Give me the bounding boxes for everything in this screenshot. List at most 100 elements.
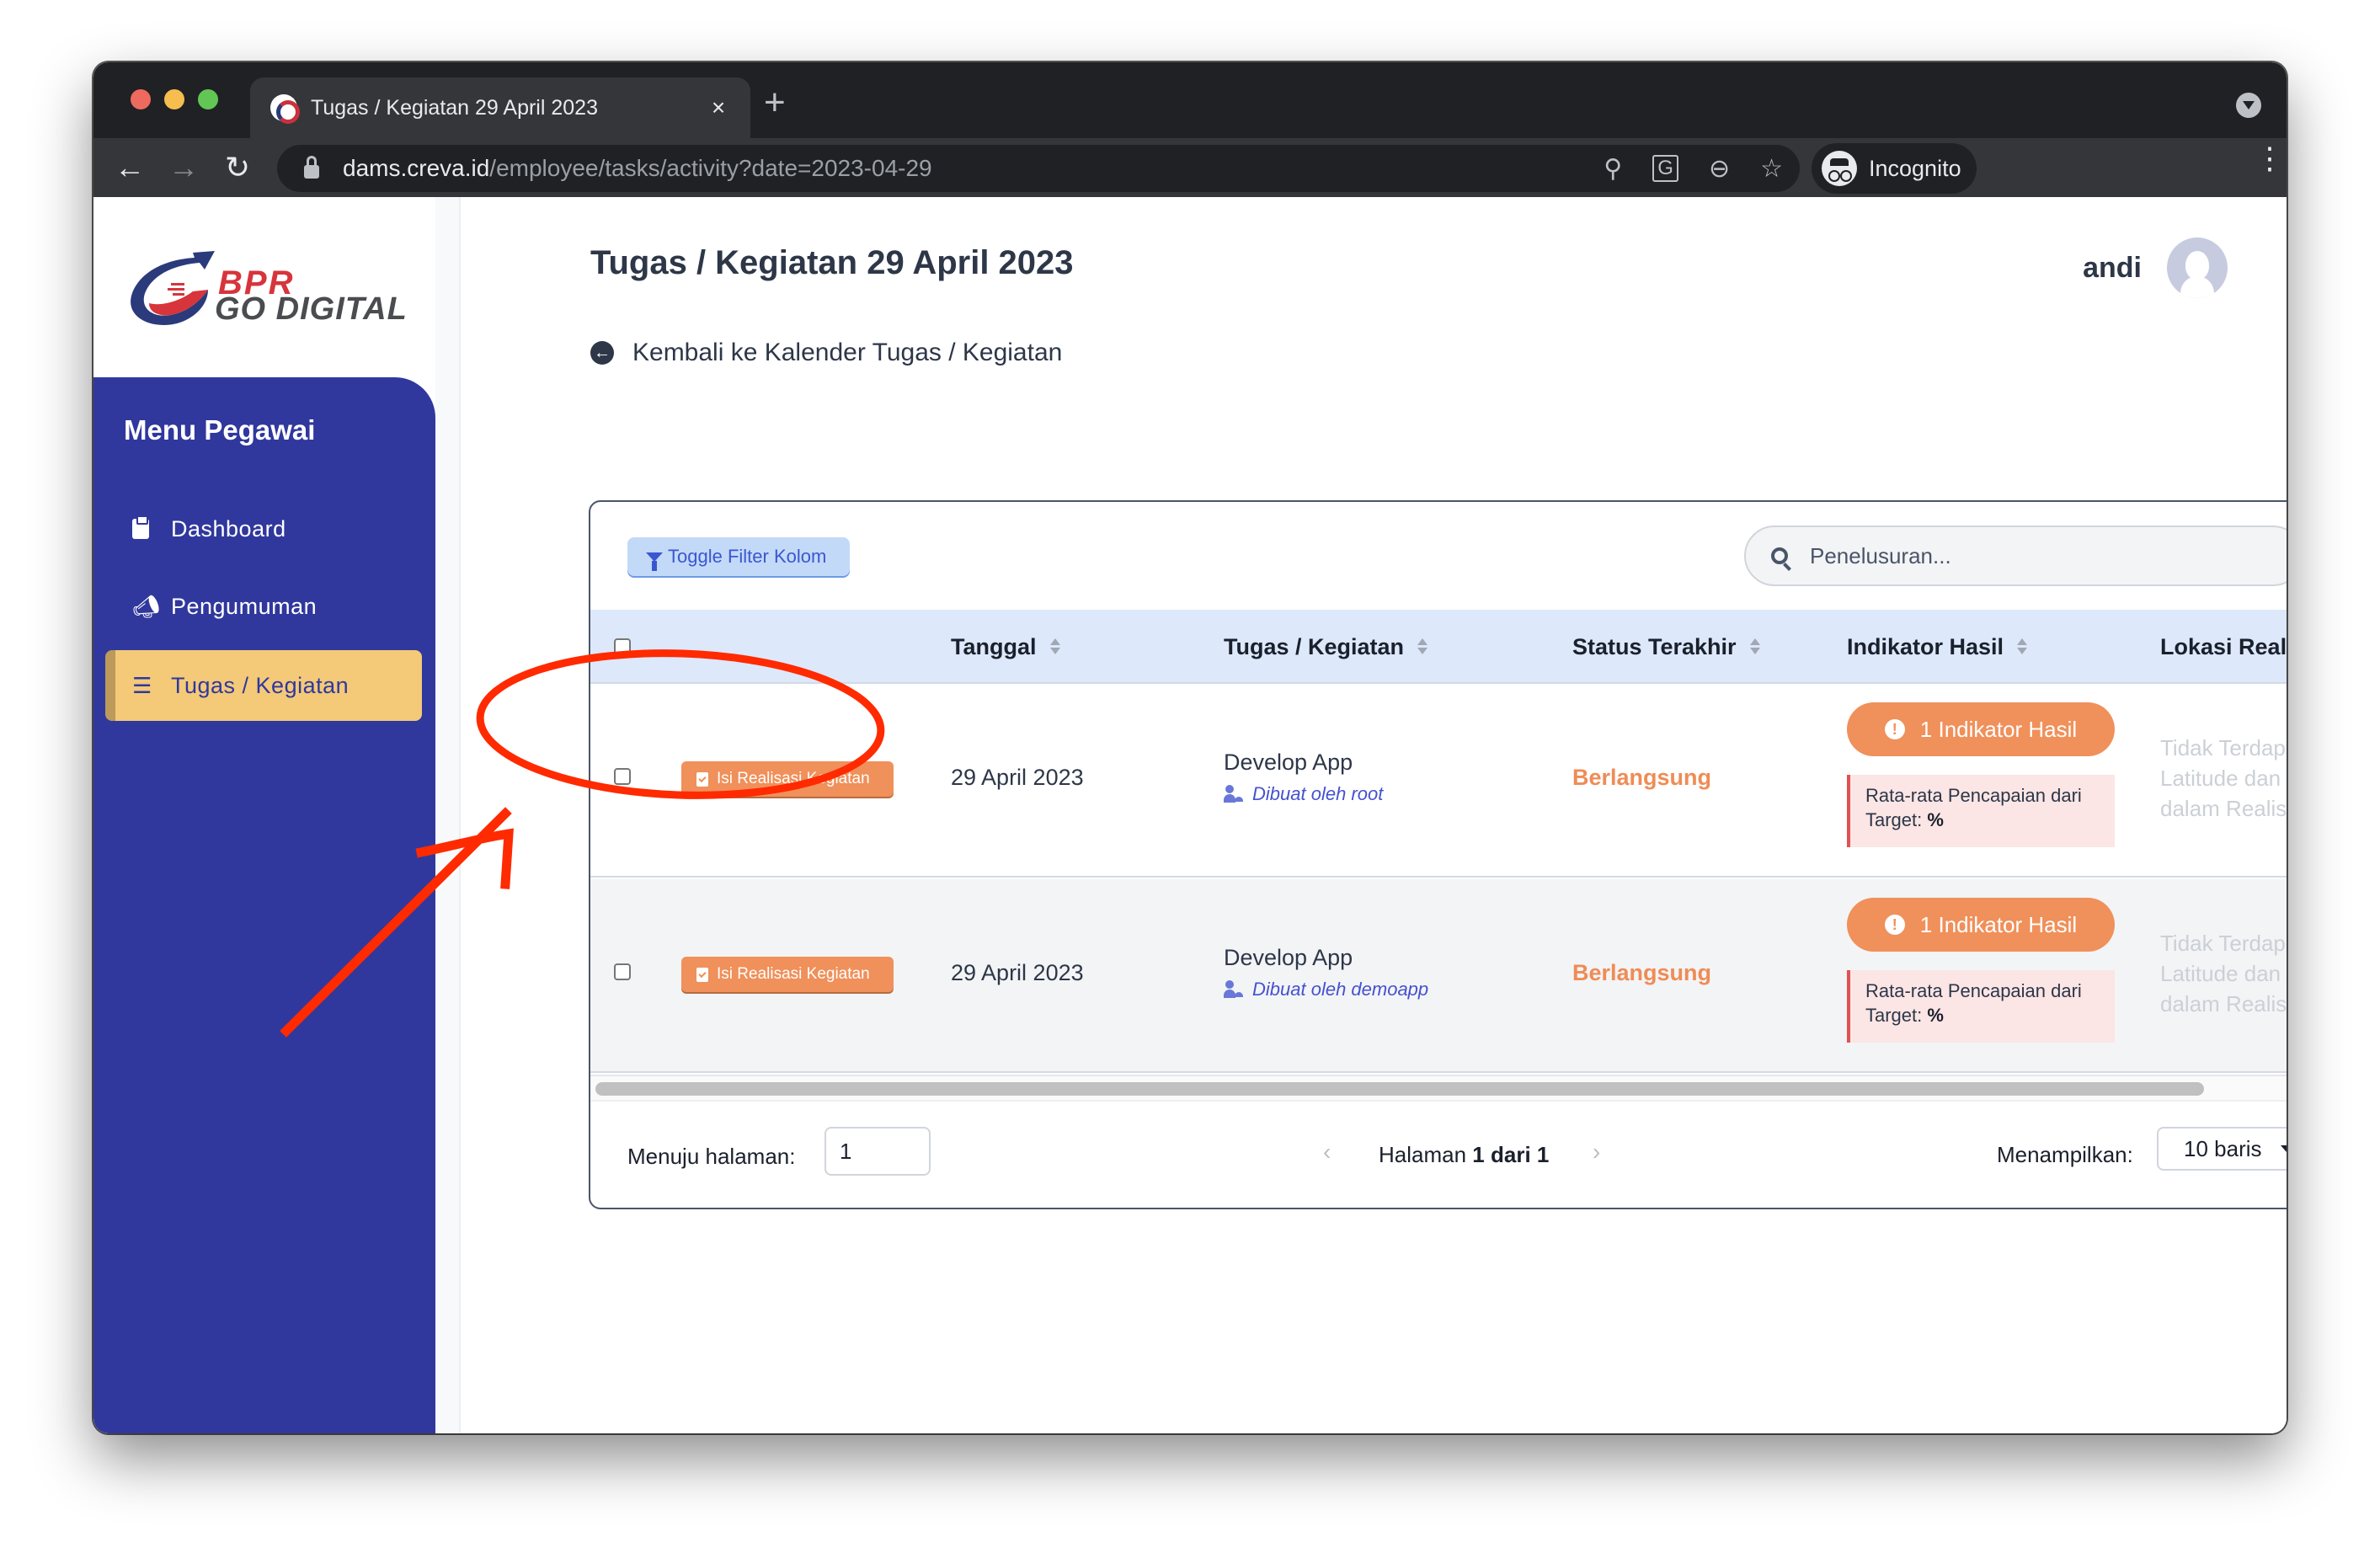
column-header-indikator[interactable]: Indikator Hasil (1847, 610, 2028, 684)
row-checkbox[interactable] (614, 768, 631, 785)
sort-icon[interactable] (1049, 638, 1060, 655)
browser-toolbar: ← → ↻ dams.creva.id/employee/tasks/activ… (93, 138, 2287, 197)
goto-page-input[interactable] (824, 1127, 931, 1176)
lokasi-line: Latitude dan Long (2160, 961, 2287, 986)
logo-text-go-digital: GO DIGITAL (215, 291, 408, 327)
created-by-text: Dibuat oleh root (1252, 783, 1384, 804)
row-status: Berlangsung (1572, 960, 1712, 985)
back-to-calendar-link[interactable]: ← Kembali ke Kalender Tugas / Kegiatan (590, 339, 1062, 367)
sidebar-item-label: Pengumuman (171, 593, 318, 619)
sidebar-title: Menu Pegawai (124, 414, 316, 446)
row-created-by: Dibuat oleh demoapp (1224, 979, 1428, 1000)
avatar[interactable] (2167, 237, 2228, 298)
pencapaian-value: % (1927, 1005, 1944, 1026)
page-current: 1 dari 1 (1472, 1142, 1550, 1167)
reload-icon[interactable]: ↻ (216, 147, 259, 189)
user-name: andi (2083, 251, 2142, 284)
sidebar-item-pengumuman[interactable]: 📣︎ Pengumuman (105, 571, 422, 642)
column-header-status[interactable]: Status Terakhir (1572, 610, 1760, 684)
isi-realisasi-button[interactable]: Isi Realisasi Kegiatan (681, 761, 894, 797)
incognito-icon (1822, 151, 1857, 186)
scrollbar-thumb[interactable] (595, 1082, 2204, 1096)
exclamation-circle-icon: ! (1884, 915, 1905, 935)
address-bar[interactable]: dams.creva.id/employee/tasks/activity?da… (277, 145, 1800, 192)
search-icon (1771, 547, 1788, 564)
minimize-window-button[interactable] (164, 89, 184, 109)
sort-icon[interactable] (1417, 638, 1428, 655)
clipboard-icon (132, 515, 171, 539)
next-page-icon[interactable]: › (1593, 1139, 1600, 1166)
table-row: Isi Realisasi Kegiatan 29 April 2023 Dev… (590, 879, 2287, 1073)
rows-per-page-select[interactable]: 10 baris (2157, 1127, 2287, 1171)
select-all-checkbox[interactable] (614, 638, 631, 655)
star-icon[interactable]: ☆ (1760, 154, 1783, 184)
toggle-filter-button[interactable]: Toggle Filter Kolom (627, 537, 850, 576)
page-title: Tugas / Kegiatan 29 April 2023 (590, 244, 1074, 281)
tab-search-icon[interactable] (2236, 93, 2261, 118)
logo-mark-icon (131, 251, 215, 325)
sidebar-item-tugas-kegiatan[interactable]: ☰ Tugas / Kegiatan (105, 650, 422, 721)
forward-arrow-icon[interactable]: → (163, 147, 205, 189)
incognito-button[interactable]: Incognito (1812, 143, 1977, 194)
isi-realisasi-button[interactable]: Isi Realisasi Kegiatan (681, 957, 894, 992)
row-checkbox[interactable] (614, 963, 631, 980)
created-by-text: Dibuat oleh demoapp (1252, 979, 1429, 1000)
sort-icon[interactable] (2017, 638, 2028, 655)
column-header-tugas[interactable]: Tugas / Kegiatan (1224, 610, 1428, 684)
page-info: Halaman 1 dari 1 (1379, 1142, 1549, 1168)
browser-menu-icon[interactable]: ⋮ (2255, 143, 2285, 182)
isi-realisasi-label: Isi Realisasi Kegiatan (717, 965, 870, 983)
indikator-hasil-button[interactable]: ! 1 Indikator Hasil (1847, 898, 2115, 952)
translate-icon[interactable]: G (1652, 155, 1678, 182)
column-header-lokasi[interactable]: Lokasi Realisasi (2160, 610, 2287, 684)
maximize-window-button[interactable] (198, 89, 218, 109)
search-box[interactable] (1744, 526, 2287, 586)
lokasi-line: Latitude dan Long (2160, 766, 2287, 791)
sidebar: BPR GO DIGITAL Menu Pegawai Dashboard 📣︎… (93, 197, 435, 1433)
key-icon[interactable]: ⚲ (1604, 154, 1622, 184)
column-header-tanggal[interactable]: Tanggal (951, 610, 1060, 684)
sort-icon[interactable] (1749, 638, 1760, 655)
search-input[interactable] (1810, 542, 2265, 569)
indikator-hasil-button[interactable]: ! 1 Indikator Hasil (1847, 702, 2115, 756)
browser-tab[interactable]: Tugas / Kegiatan 29 April 2023 × (250, 77, 750, 138)
goto-page-label: Menuju halaman: (627, 1144, 796, 1169)
new-tab-button[interactable]: + (764, 84, 786, 121)
tab-close-icon[interactable]: × (702, 94, 735, 121)
toggle-filter-label: Toggle Filter Kolom (668, 546, 827, 567)
back-arrow-icon[interactable]: ← (109, 147, 151, 189)
sidebar-item-dashboard[interactable]: Dashboard (105, 494, 422, 564)
row-created-by: Dibuat oleh root (1224, 783, 1383, 805)
url-text[interactable]: dams.creva.id/employee/tasks/activity?da… (343, 155, 932, 182)
pencapaian-label: Rata-rata Pencapaian dari Target: (1865, 980, 2082, 1026)
indikator-count: 1 Indikator Hasil (1919, 716, 2078, 742)
arrow-left-circle-icon: ← (590, 341, 614, 365)
megaphone-icon: 📣︎ (132, 593, 161, 619)
back-link-label: Kembali ke Kalender Tugas / Kegiatan (632, 339, 1063, 366)
user-menu[interactable]: andi (2083, 237, 2228, 298)
row-task-name[interactable]: Develop App (1224, 750, 1353, 776)
main-content: Tugas / Kegiatan 29 April 2023 andi ← Ke… (461, 197, 2287, 1433)
horizontal-scrollbar[interactable] (590, 1075, 2287, 1102)
select-all-checkbox-cell (614, 610, 631, 684)
logo[interactable]: BPR GO DIGITAL (127, 248, 408, 332)
rows-per-page-label: Menampilkan: (1997, 1142, 2133, 1167)
previous-page-icon[interactable]: ‹ (1323, 1139, 1331, 1166)
indikator-pencapaian-box: Rata-rata Pencapaian dari Target: % (1847, 775, 2115, 847)
caret-down-icon (2280, 1145, 2287, 1152)
column-label: Tanggal (951, 633, 1037, 659)
clipboard-check-icon (696, 967, 708, 982)
lock-icon (304, 156, 319, 179)
row-lokasi: Tidak Terdapat P Latitude dan Long dalam… (2160, 733, 2287, 824)
row-task-name[interactable]: Develop App (1224, 945, 1353, 971)
zoom-out-icon[interactable]: ⊖ (1709, 154, 1730, 184)
exclamation-circle-icon: ! (1884, 719, 1905, 739)
lokasi-line: Tidak Terdapat P (2160, 931, 2287, 956)
row-date: 29 April 2023 (951, 960, 1084, 985)
tasks-table-card: Toggle Filter Kolom Tanggal Tugas / Kegi… (589, 500, 2287, 1209)
column-label: Lokasi Realisasi (2160, 633, 2287, 659)
lokasi-line: dalam Realisasi K (2160, 796, 2287, 821)
isi-realisasi-label: Isi Realisasi Kegiatan (717, 770, 870, 787)
close-window-button[interactable] (131, 89, 151, 109)
filter-icon (646, 552, 663, 571)
